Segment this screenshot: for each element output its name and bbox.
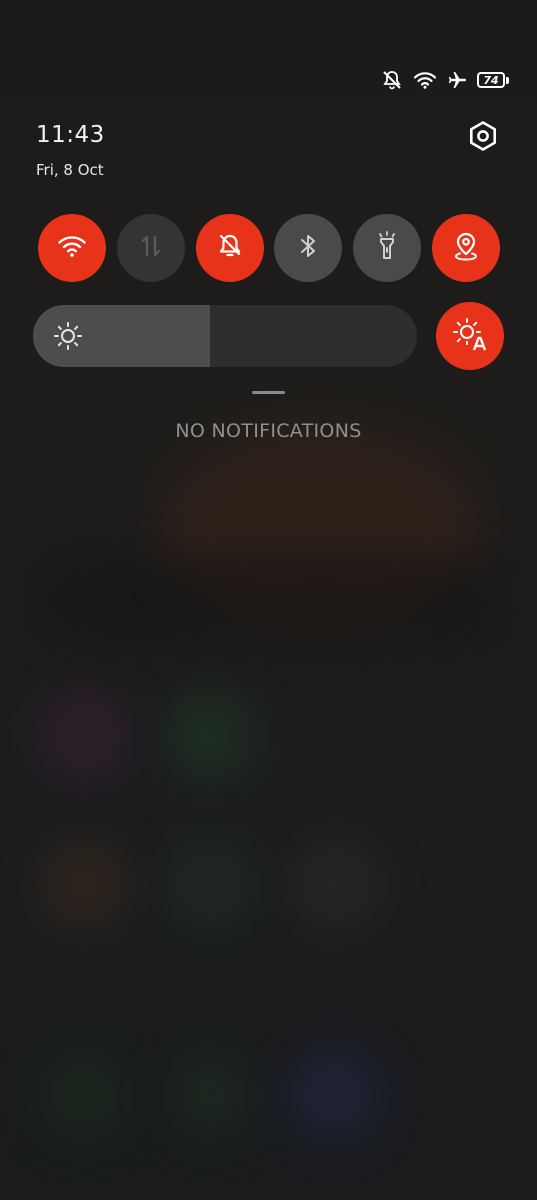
flashlight-toggle[interactable]: [353, 214, 422, 282]
background-blur: [40, 690, 130, 780]
sun-icon: [53, 321, 83, 355]
auto-brightness-toggle[interactable]: [436, 302, 504, 370]
silent-toggle[interactable]: [195, 214, 264, 282]
background-blur: [40, 560, 500, 640]
background-blur: [40, 1050, 130, 1140]
bluetooth-icon: [298, 232, 318, 264]
mobile-data-toggle[interactable]: [116, 214, 185, 282]
clock[interactable]: 11:43: [36, 122, 105, 148]
location-toggle[interactable]: [431, 214, 500, 282]
bluetooth-toggle[interactable]: [274, 214, 343, 282]
airplane-icon: [447, 70, 467, 90]
flashlight-icon: [375, 231, 399, 265]
wifi-icon: [57, 234, 87, 262]
background-blur: [290, 1050, 380, 1140]
auto-brightness-icon: [452, 317, 488, 355]
silent-bell-icon: [216, 232, 244, 264]
status-bar: 74: [381, 70, 509, 90]
mute-icon: [381, 70, 403, 90]
background-blur: [165, 1050, 255, 1140]
wifi-icon: [413, 71, 437, 89]
battery-tip: [506, 76, 509, 84]
background-blur: [40, 840, 130, 930]
notification-shade: 74 11:43 Fri, 8 Oct NO NOTIFICATIONS: [0, 0, 537, 1200]
drag-handle[interactable]: [252, 391, 285, 394]
mobile-data-icon: [139, 233, 163, 263]
battery-icon: 74: [477, 72, 509, 88]
brightness-slider[interactable]: [33, 305, 417, 367]
settings-button[interactable]: [463, 118, 503, 158]
location-icon: [452, 231, 480, 265]
wifi-toggle[interactable]: [38, 214, 106, 282]
background-blur: [165, 840, 255, 930]
date[interactable]: Fri, 8 Oct: [36, 161, 104, 179]
gear-icon: [468, 120, 498, 156]
battery-level: 74: [477, 72, 505, 88]
quick-toggles: [38, 214, 500, 282]
background-blur: [165, 690, 255, 780]
no-notifications-text: NO NOTIFICATIONS: [175, 420, 362, 442]
background-blur: [290, 840, 380, 930]
